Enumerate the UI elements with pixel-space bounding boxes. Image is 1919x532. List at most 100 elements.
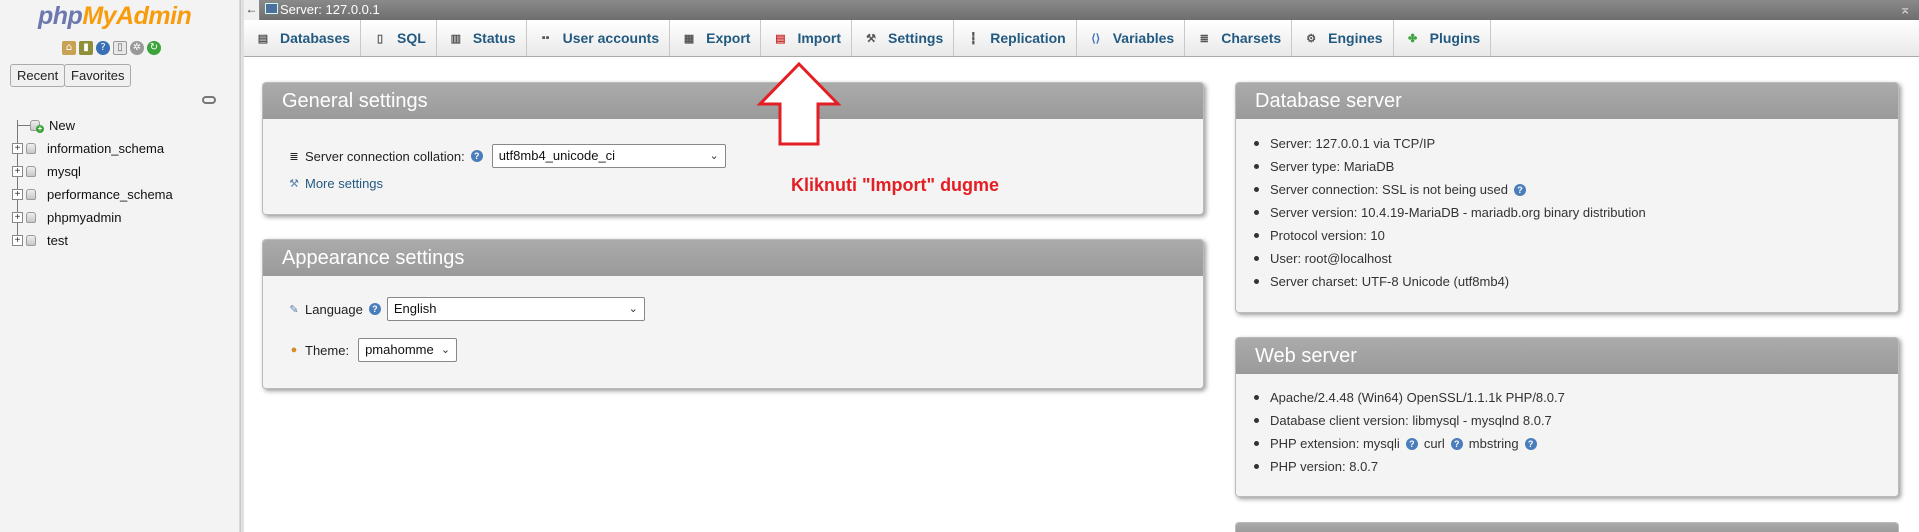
tab-settings[interactable]: ⚒ Settings	[852, 20, 955, 56]
list-item: Database client version: libmysql - mysq…	[1250, 409, 1565, 432]
tab-databases[interactable]: ▤ Databases	[244, 20, 362, 56]
tab-label: Plugins	[1429, 30, 1481, 46]
list-item: Server version: 10.4.19-MariaDB - mariad…	[1250, 201, 1646, 224]
tree-item-label: New	[49, 118, 76, 133]
tab-user-accounts[interactable]: ▪▪ User accounts	[527, 20, 671, 56]
import-icon: ▤	[775, 32, 786, 45]
documentation-icon[interactable]: ▯	[113, 41, 127, 55]
partial-panel	[1235, 522, 1899, 532]
database-server-panel: Database server Server: 127.0.0.1 via TC…	[1235, 82, 1899, 313]
nav-icon-row: ⌂ ▮ ? ▯ ✲ ↻	[62, 41, 161, 55]
help-icon[interactable]: ?	[1524, 437, 1537, 450]
list-item: Server connection: SSL is not being used…	[1250, 178, 1646, 201]
recent-button[interactable]: Recent	[10, 64, 66, 87]
panel-title: General settings	[263, 83, 1203, 119]
tab-export[interactable]: ▦ Export	[670, 20, 762, 56]
reload-icon[interactable]: ↻	[147, 41, 161, 55]
theme-label: Theme:	[305, 342, 350, 358]
chevron-down-icon: ⌄	[440, 344, 451, 356]
gear-icon[interactable]: ✲	[130, 41, 144, 55]
list-item: Server charset: UTF-8 Unicode (utf8mb4)	[1250, 270, 1646, 293]
tab-label: Import	[797, 30, 842, 46]
more-settings-link[interactable]: ⚒ More settings	[287, 176, 383, 191]
tab-sql[interactable]: ▯ SQL	[361, 20, 437, 56]
panel-title: Appearance settings	[263, 240, 1203, 276]
tab-label: SQL	[397, 30, 426, 46]
expand-icon[interactable]: +	[12, 235, 23, 246]
sql-icon: ▯	[377, 32, 384, 45]
tab-import[interactable]: ▤ Import	[761, 20, 853, 56]
tree-item-database[interactable]: + information_schema	[12, 137, 173, 160]
logo-myadmin: MyAdmin	[82, 2, 192, 30]
list-item: User: root@localhost	[1250, 247, 1646, 270]
help-icon[interactable]: ?	[96, 41, 110, 55]
tab-status[interactable]: ▥ Status	[437, 20, 527, 56]
tab-label: Status	[472, 30, 516, 46]
web-server-panel: Web server Apache/2.4.48 (Win64) OpenSSL…	[1235, 337, 1899, 497]
collation-value: utf8mb4_unicode_ci	[498, 148, 616, 163]
tree-item-database[interactable]: + test	[12, 229, 173, 252]
language-value: English	[393, 301, 437, 316]
palette-icon: ●	[290, 344, 298, 356]
database-icon	[26, 166, 36, 177]
server-breadcrumb[interactable]: Server: 127.0.0.1	[280, 2, 380, 17]
chevron-down-icon: ⌄	[628, 303, 638, 315]
status-icon: ▥	[450, 32, 462, 45]
language-row: ✎ Language ? English ⌄	[287, 297, 645, 321]
tree-item-database[interactable]: + phpmyadmin	[12, 206, 173, 229]
plugins-icon: ✤	[1408, 32, 1418, 45]
replication-icon: ┇	[969, 32, 977, 45]
expand-icon[interactable]: +	[12, 166, 23, 177]
tab-plugins[interactable]: ✤ Plugins	[1394, 20, 1492, 56]
database-icon: ▤	[257, 32, 269, 45]
navigation-panel: phpMyAdmin ⌂ ▮ ? ▯ ✲ ↻ Recent Favorites …	[0, 0, 240, 532]
list-icon: ≣	[289, 150, 299, 163]
tab-variables[interactable]: ⟨⟩ Variables	[1077, 20, 1186, 56]
collation-label: Server connection collation:	[305, 148, 465, 164]
favorites-button[interactable]: Favorites	[64, 64, 132, 87]
database-icon	[26, 212, 36, 223]
help-icon[interactable]: ?	[470, 150, 483, 162]
export-icon: ▦	[683, 32, 695, 45]
tab-label: Databases	[280, 30, 351, 46]
tab-label: Replication	[990, 30, 1066, 46]
expand-icon[interactable]: +	[12, 143, 23, 154]
tab-charsets[interactable]: ≣ Charsets	[1185, 20, 1293, 56]
panel-title	[1236, 523, 1898, 532]
link-with-main-panel-icon[interactable]	[202, 96, 216, 104]
tree-item-database[interactable]: + mysql	[12, 160, 173, 183]
list-item: Apache/2.4.48 (Win64) OpenSSL/1.1.1k PHP…	[1250, 386, 1565, 409]
tree-item-new[interactable]: + New	[12, 114, 173, 137]
collation-row: ≣ Server connection collation: ? utf8mb4…	[287, 144, 726, 168]
logout-icon[interactable]: ▮	[79, 41, 93, 55]
collapse-navigation-button[interactable]: ←	[244, 0, 260, 20]
phpmyadmin-logo[interactable]: phpMyAdmin	[38, 2, 192, 31]
tab-engines[interactable]: ⚙ Engines	[1292, 20, 1394, 56]
web-server-list: Apache/2.4.48 (Win64) OpenSSL/1.1.1k PHP…	[1250, 386, 1565, 478]
tree-item-label: performance_schema	[47, 187, 173, 202]
expand-icon[interactable]: +	[12, 189, 23, 200]
help-icon[interactable]: ?	[368, 303, 381, 315]
collapse-top-icon[interactable]: ⌅	[1899, 1, 1911, 18]
help-icon[interactable]: ?	[1405, 437, 1418, 450]
list-item: Server type: MariaDB	[1250, 155, 1646, 178]
annotation-text: Kliknuti "Import" dugme	[791, 175, 1000, 195]
language-icon: ✎	[289, 303, 299, 316]
server-breadcrumb-bar: ← Server: 127.0.0.1 ⌅	[244, 0, 1919, 20]
tree-item-database[interactable]: + performance_schema	[12, 183, 173, 206]
collation-select[interactable]: utf8mb4_unicode_ci ⌄	[491, 144, 726, 168]
theme-select[interactable]: pmahomme ⌄	[358, 338, 458, 362]
list-item: PHP version: 8.0.7	[1250, 455, 1565, 478]
language-select[interactable]: English ⌄	[386, 297, 645, 321]
navigation-resizer[interactable]	[240, 0, 244, 532]
tab-label: Settings	[888, 30, 944, 46]
list-item: PHP extension: mysqli ? curl ? mbstring …	[1250, 432, 1565, 455]
home-icon[interactable]: ⌂	[62, 41, 76, 55]
expand-icon[interactable]: +	[12, 212, 23, 223]
theme-row: ● Theme: pmahomme ⌄	[287, 338, 458, 362]
help-icon[interactable]: ?	[1514, 183, 1526, 196]
database-server-list: Server: 127.0.0.1 via TCP/IP Server type…	[1250, 132, 1646, 293]
database-icon	[26, 235, 36, 246]
help-icon[interactable]: ?	[1450, 437, 1463, 450]
tab-replication[interactable]: ┇ Replication	[954, 20, 1077, 56]
